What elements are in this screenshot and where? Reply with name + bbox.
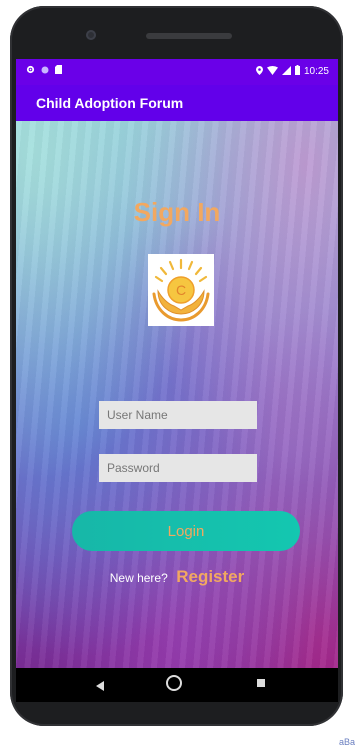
login-button[interactable]: Login (72, 511, 300, 551)
back-icon[interactable] (96, 678, 104, 696)
signin-title: Sign In (133, 197, 221, 227)
watermark: aBa (338, 737, 355, 747)
speaker-grille (146, 33, 232, 39)
front-camera (86, 30, 96, 40)
wifi-icon (266, 65, 278, 78)
recents-icon[interactable] (257, 679, 265, 687)
sd-card-icon (55, 65, 62, 77)
app-logo: C (148, 254, 214, 326)
app-title: Child Adoption Forum (36, 95, 184, 111)
signal-icon (281, 65, 291, 78)
register-link[interactable]: Register (176, 567, 244, 586)
sun-hands-logo-icon: C (152, 258, 210, 322)
battery-icon (294, 65, 300, 78)
status-bar: 10:25 (16, 59, 338, 85)
logo-letter: C (176, 282, 186, 298)
new-here-label: New here? (109, 571, 168, 585)
password-input[interactable] (99, 454, 257, 482)
username-input[interactable] (99, 401, 257, 429)
signin-screen: Sign In C Login N (16, 121, 338, 668)
navigation-bar (16, 668, 338, 702)
gear-icon (26, 65, 35, 77)
home-icon[interactable] (166, 675, 182, 691)
circle-icon (41, 66, 49, 77)
app-bar: Child Adoption Forum (16, 85, 338, 121)
location-icon (255, 65, 263, 78)
device-screen: 10:25 Child Adoption Forum Sign In C Use… (16, 59, 338, 668)
register-row: New here? Register (16, 567, 338, 587)
clock-time: 10:25 (303, 66, 329, 77)
